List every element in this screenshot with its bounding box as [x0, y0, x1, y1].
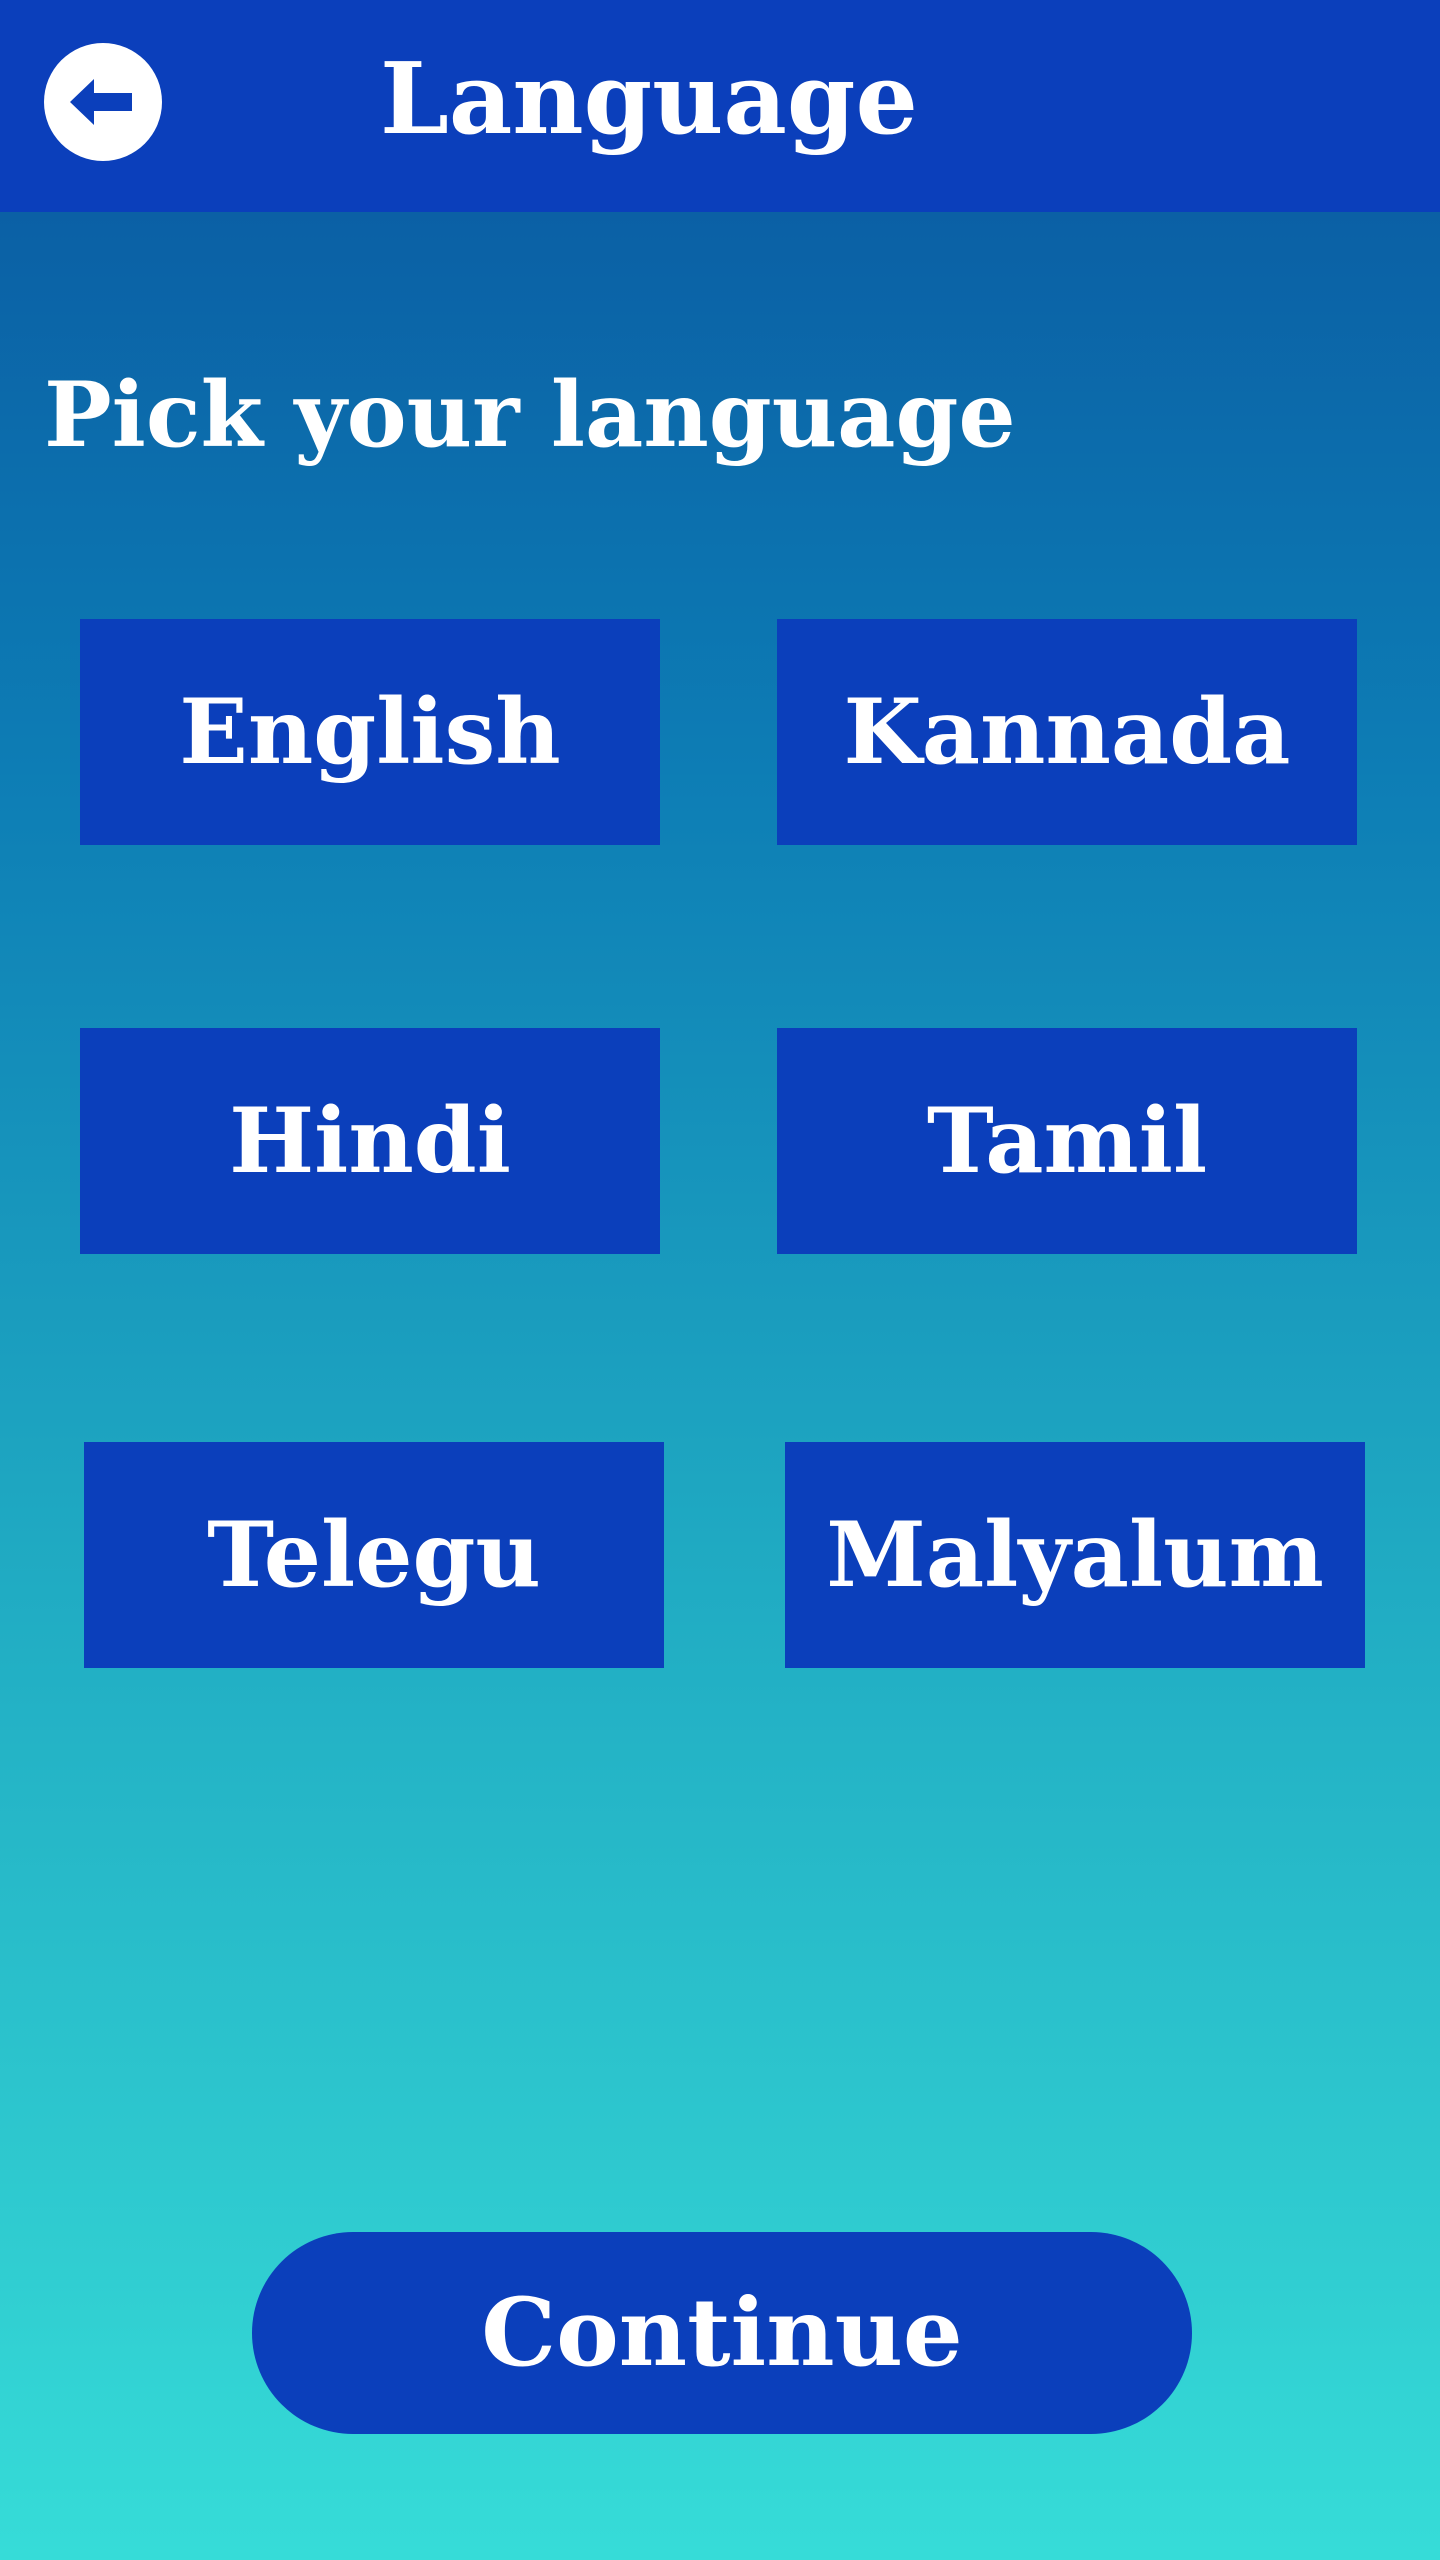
app-header: Language — [0, 0, 1440, 212]
language-option-english[interactable]: English — [80, 619, 660, 845]
language-option-label: English — [179, 679, 561, 785]
language-option-kannada[interactable]: Kannada — [777, 619, 1357, 845]
page-title: Language — [380, 42, 918, 157]
back-button[interactable] — [44, 43, 162, 161]
language-option-malyalum[interactable]: Malyalum — [785, 1442, 1365, 1668]
language-option-label: Kannada — [843, 679, 1291, 785]
continue-button[interactable]: Continue — [252, 2232, 1192, 2434]
language-option-telegu[interactable]: Telegu — [84, 1442, 664, 1668]
language-option-label: Tamil — [926, 1088, 1208, 1194]
arrow-left-icon — [70, 79, 132, 125]
section-heading: Pick your language — [44, 362, 1016, 468]
language-option-label: Hindi — [229, 1088, 511, 1194]
continue-button-label: Continue — [481, 2278, 963, 2388]
language-option-label: Malyalum — [826, 1502, 1324, 1608]
language-option-hindi[interactable]: Hindi — [80, 1028, 660, 1254]
language-option-label: Telegu — [207, 1502, 541, 1608]
language-option-tamil[interactable]: Tamil — [777, 1028, 1357, 1254]
